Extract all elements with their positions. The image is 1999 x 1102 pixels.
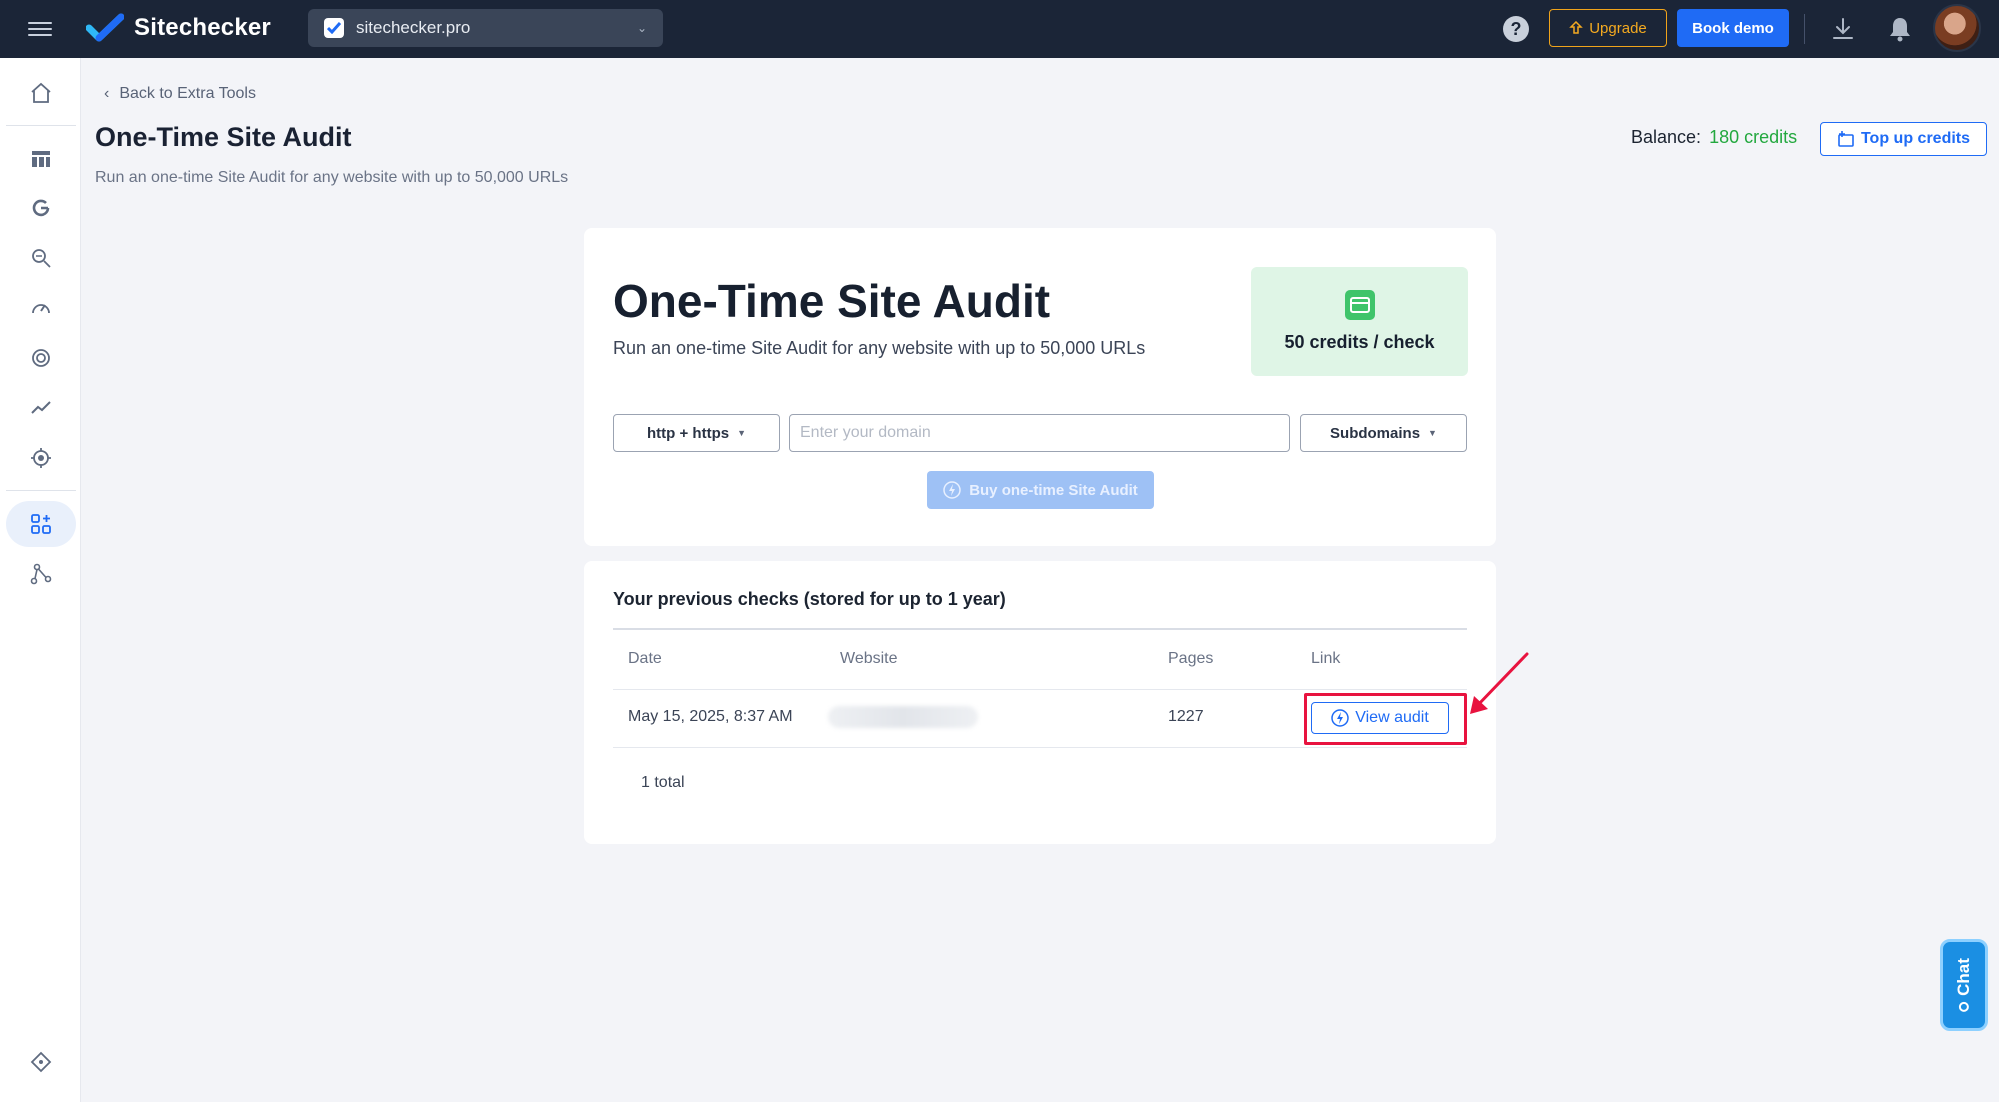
column-header-pages[interactable]: Pages xyxy=(1168,650,1213,668)
sidebar-item-bottom[interactable] xyxy=(6,1039,76,1085)
sidebar-item-home[interactable] xyxy=(6,70,76,116)
view-audit-button[interactable]: View audit xyxy=(1311,702,1449,734)
column-header-date[interactable]: Date xyxy=(628,650,662,668)
home-icon xyxy=(31,82,51,103)
chat-icon xyxy=(1959,1001,1969,1012)
crosshair-icon xyxy=(31,448,51,468)
sidebar-divider xyxy=(6,125,76,126)
divider xyxy=(1804,14,1805,44)
balance-value: 180 credits xyxy=(1709,127,1798,147)
project-favicon-icon xyxy=(324,18,344,38)
sidebar-divider xyxy=(6,490,76,491)
buy-audit-label: Buy one-time Site Audit xyxy=(969,481,1138,499)
view-audit-label: View audit xyxy=(1355,709,1429,726)
balance: Balance: 180 credits xyxy=(1631,127,1797,148)
previous-checks-card: Your previous checks (stored for up to 1… xyxy=(584,561,1496,844)
page-title: One-Time Site Audit xyxy=(95,122,352,152)
back-link-label: Back to Extra Tools xyxy=(119,85,256,102)
wallet-plus-icon xyxy=(1838,131,1854,147)
top-up-credits-button[interactable]: Top up credits xyxy=(1820,122,1987,156)
column-header-link[interactable]: Link xyxy=(1311,650,1340,668)
help-icon[interactable]: ? xyxy=(1503,16,1529,42)
subdomains-value: Subdomains xyxy=(1330,424,1421,442)
book-demo-button[interactable]: Book demo xyxy=(1677,9,1789,47)
back-link[interactable]: ‹ Back to Extra Tools xyxy=(104,85,256,103)
audit-subtitle: Run an one-time Site Audit for any websi… xyxy=(613,338,1146,358)
avatar[interactable] xyxy=(1933,4,1981,52)
table-divider xyxy=(613,689,1467,690)
balance-label: Balance: xyxy=(1631,127,1702,147)
sidebar-item-extra-tools[interactable] xyxy=(6,501,76,547)
crown-icon xyxy=(1569,21,1584,34)
sidebar-item-google[interactable] xyxy=(6,185,76,231)
table-divider xyxy=(613,747,1467,748)
sidebar-item-target[interactable] xyxy=(6,335,76,381)
row-pages: 1227 xyxy=(1168,708,1204,725)
upgrade-button[interactable]: Upgrade xyxy=(1549,9,1667,47)
top-up-label: Top up credits xyxy=(1860,130,1971,147)
caret-down-icon: ▼ xyxy=(737,428,746,438)
brand-name: Sitechecker xyxy=(134,14,271,41)
page-subtitle: Run an one-time Site Audit for any websi… xyxy=(95,169,569,186)
domain-input[interactable] xyxy=(789,414,1290,452)
sidebar xyxy=(0,58,81,1102)
column-header-website[interactable]: Website xyxy=(840,650,898,668)
protocol-value: http + https xyxy=(647,424,730,442)
bolt-icon xyxy=(1331,709,1349,727)
brand-logo[interactable]: Sitechecker xyxy=(86,13,271,43)
chat-button[interactable]: Chat xyxy=(1940,939,1988,1031)
row-date: May 15, 2025, 8:37 AM xyxy=(628,708,793,725)
chevron-down-icon: ⌄ xyxy=(636,21,647,35)
logo-check-icon xyxy=(86,13,124,42)
audit-card: One-Time Site Audit Run an one-time Site… xyxy=(584,228,1496,546)
network-icon xyxy=(30,563,52,585)
target-icon xyxy=(32,349,50,367)
sidebar-item-speed[interactable] xyxy=(6,285,76,331)
menu-icon[interactable] xyxy=(28,18,52,40)
table-divider xyxy=(613,628,1467,630)
subdomains-select[interactable]: Subdomains ▼ xyxy=(1300,414,1467,452)
sidebar-item-network[interactable] xyxy=(6,551,76,597)
price-badge: 50 credits / check xyxy=(1251,267,1468,376)
sidebar-item-dashboard[interactable] xyxy=(6,136,76,182)
previous-checks-title: Your previous checks (stored for up to 1… xyxy=(613,589,1006,609)
audit-title: One-Time Site Audit xyxy=(613,275,1051,327)
protocol-select[interactable]: http + https ▼ xyxy=(613,414,780,452)
sidebar-item-tracking[interactable] xyxy=(6,435,76,481)
caret-down-icon: ▼ xyxy=(1428,428,1437,438)
price-label: 50 credits / check xyxy=(1284,332,1435,352)
chat-label: Chat xyxy=(1954,958,1973,996)
credit-card-icon xyxy=(1344,290,1375,320)
speed-icon xyxy=(32,304,50,314)
extra-tools-icon xyxy=(31,514,51,534)
diamond-icon xyxy=(30,1051,52,1073)
download-icon[interactable] xyxy=(1830,16,1856,42)
sidebar-item-keywords[interactable] xyxy=(6,235,76,281)
project-name: sitechecker.pro xyxy=(356,18,471,37)
upgrade-label: Upgrade xyxy=(1589,19,1647,37)
project-selector[interactable]: sitechecker.pro ⌄ xyxy=(308,9,663,47)
total-count: 1 total xyxy=(641,774,685,791)
buy-audit-button[interactable]: Buy one-time Site Audit xyxy=(927,471,1154,509)
bell-icon[interactable] xyxy=(1886,15,1914,43)
dashboard-icon xyxy=(32,151,50,167)
chevron-left-icon: ‹ xyxy=(104,85,110,102)
keyword-search-icon xyxy=(32,249,51,268)
row-website-blurred xyxy=(828,706,978,728)
top-bar: Sitechecker sitechecker.pro ⌄ ? Upgrade … xyxy=(0,0,1999,58)
sidebar-item-trends[interactable] xyxy=(6,385,76,431)
trend-icon xyxy=(31,401,51,414)
google-icon xyxy=(32,199,50,217)
bolt-icon xyxy=(943,481,961,499)
